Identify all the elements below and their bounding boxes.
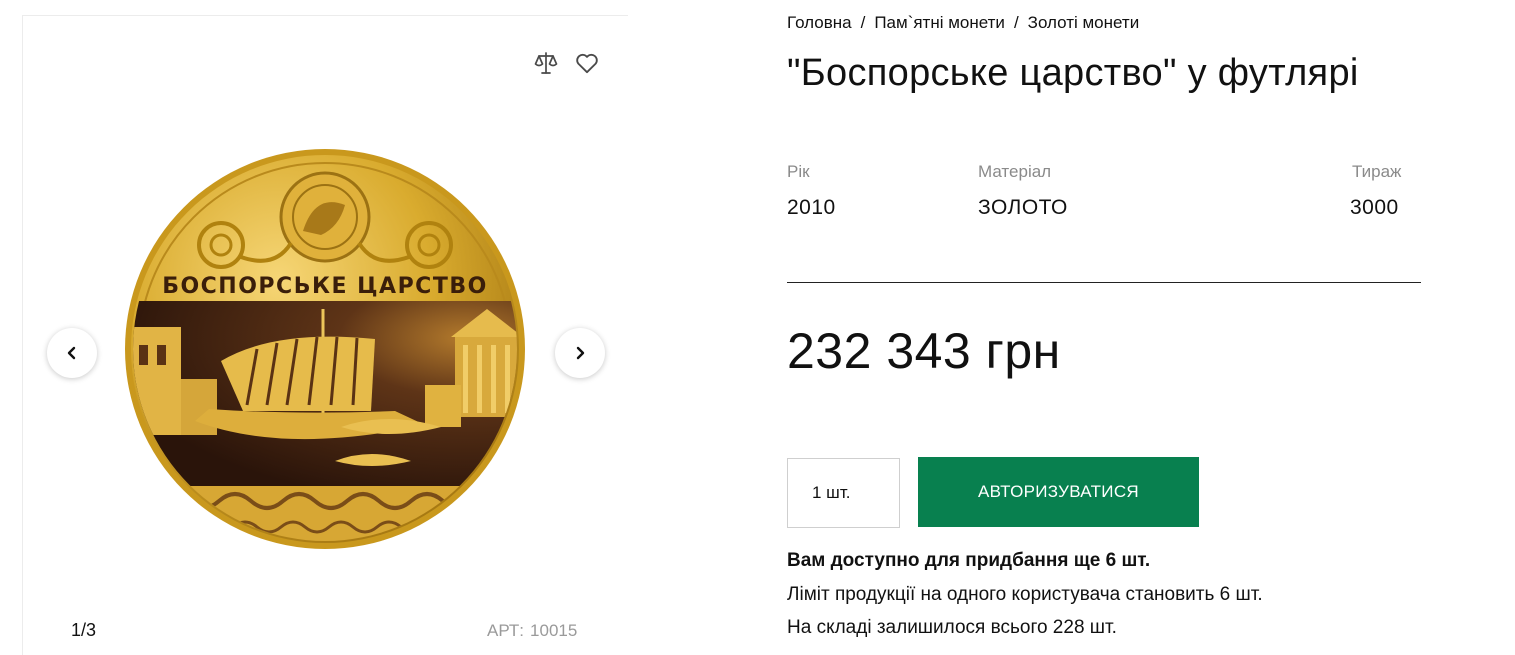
- spec-year-label: Рік: [787, 162, 810, 181]
- breadcrumb-gold-coins[interactable]: Золоті монети: [1028, 13, 1140, 32]
- availability-text: Вам доступно для придбання ще 6 шт.: [787, 550, 1151, 571]
- heart-icon[interactable]: [574, 50, 600, 76]
- spec-mintage-value: 3000: [1350, 196, 1399, 219]
- spec-year-value: 2010: [787, 196, 836, 219]
- authorize-button[interactable]: АВТОРИЗУВАТИСЯ: [918, 457, 1199, 527]
- coin-image: БОСПОРСЬКЕ ЦАРСТВО: [125, 149, 525, 549]
- scales-icon[interactable]: [533, 50, 559, 76]
- breadcrumb-home[interactable]: Головна: [787, 13, 852, 32]
- gallery-counter: 1/3: [71, 620, 97, 640]
- breadcrumb-separator: /: [1013, 13, 1019, 32]
- spec-material-value: ЗОЛОТО: [978, 196, 1068, 219]
- chevron-left-icon: [67, 346, 76, 360]
- breadcrumb-separator: /: [860, 13, 866, 32]
- product-price: 232 343 грн: [787, 323, 1061, 379]
- divider: [787, 282, 1421, 283]
- product-title: "Боспорське царство" у футлярі: [787, 52, 1359, 94]
- coin-inscription: БОСПОРСЬКЕ ЦАРСТВО: [162, 274, 488, 299]
- breadcrumb-commemorative-coins[interactable]: Пам`ятні монети: [874, 13, 1005, 32]
- article-label: АРТ:: [487, 621, 525, 640]
- breadcrumb: Головна / Пам`ятні монети / Золоті монети: [787, 13, 1139, 33]
- quantity-input[interactable]: [787, 458, 900, 528]
- gallery-next-button[interactable]: [555, 328, 605, 378]
- limit-text: Ліміт продукції на одного користувача ст…: [787, 584, 1263, 605]
- article-value: 10015: [530, 621, 578, 640]
- gallery-prev-button[interactable]: [47, 328, 97, 378]
- stock-text: На складі залишилося всього 228 шт.: [787, 617, 1117, 638]
- spec-material-label: Матеріал: [978, 162, 1052, 181]
- article-number: АРТ: 10015: [487, 621, 577, 641]
- chevron-right-icon: [576, 346, 585, 360]
- spec-mintage-label: Тираж: [1352, 162, 1402, 181]
- product-gallery: БОСПОРСЬКЕ ЦАРСТВО 1/3 АРТ: 10015: [22, 15, 628, 655]
